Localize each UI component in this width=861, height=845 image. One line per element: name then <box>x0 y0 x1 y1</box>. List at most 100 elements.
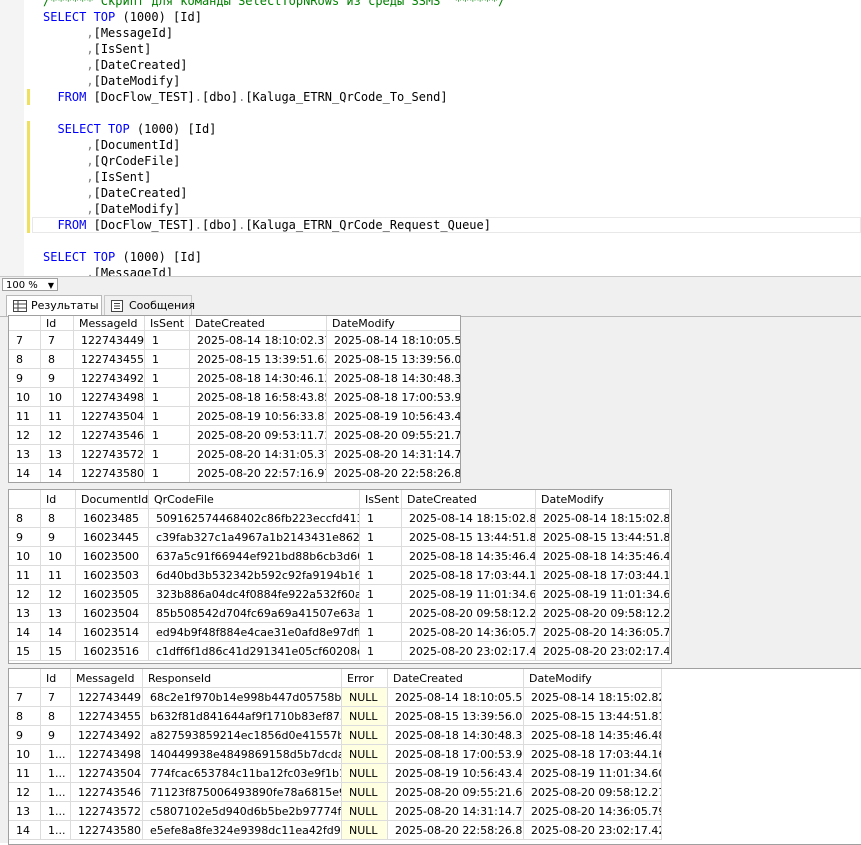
table-cell[interactable]: 1 <box>360 604 402 623</box>
row-number[interactable]: 11 <box>9 407 41 426</box>
column-header[interactable]: DateCreated <box>402 490 536 509</box>
table-cell[interactable]: 122743498 <box>71 745 143 764</box>
table-cell[interactable]: 1 <box>145 426 190 445</box>
table-cell[interactable]: 2025-08-20 23:02:17.427 <box>524 821 662 840</box>
table-cell[interactable]: 1... <box>41 821 71 840</box>
table-cell[interactable]: 122743492 <box>74 369 145 388</box>
table-cell[interactable]: 122743504 <box>71 764 143 783</box>
table-cell[interactable]: 1... <box>41 783 71 802</box>
results-grid-qrcode-request-queue[interactable]: Id DocumentId QrCodeFile IsSent DateCreated D… <box>8 489 672 664</box>
table-cell[interactable]: 2025-08-18 14:30:48.367 <box>327 369 460 388</box>
code-line[interactable]: SELECT TOP (1000) [Id] <box>43 249 202 265</box>
table-cell[interactable]: 16023504 <box>76 604 149 623</box>
column-header[interactable]: ResponseId <box>143 669 342 688</box>
row-number[interactable]: 9 <box>9 528 41 547</box>
table-cell[interactable]: 71123f875006493890fe78a6815e9bc4 <box>143 783 342 802</box>
table-cell[interactable]: 2025-08-15 13:44:51.810 <box>524 707 662 726</box>
table-cell[interactable]: 140449938e4849869158d5b7dcda9... <box>143 745 342 764</box>
table-cell[interactable]: 122743504 <box>74 407 145 426</box>
table-cell[interactable]: 1 <box>360 547 402 566</box>
table-cell[interactable]: NULL <box>342 688 388 707</box>
table-cell[interactable]: 2025-08-20 09:58:12.273 <box>524 783 662 802</box>
column-header[interactable]: DateModify <box>327 316 460 331</box>
code-line[interactable]: SELECT TOP (1000) [Id] <box>43 121 216 137</box>
table-cell[interactable]: 1... <box>41 764 71 783</box>
row-number[interactable]: 9 <box>9 369 41 388</box>
table-cell[interactable]: 2025-08-14 18:15:02.823 <box>536 509 670 528</box>
table-cell[interactable]: 1 <box>145 331 190 350</box>
table-cell[interactable]: 323b886a04dc4f0884fe922a532f60a7 <box>149 585 360 604</box>
table-cell[interactable]: 2025-08-18 14:35:46.480 <box>536 547 670 566</box>
table-cell[interactable]: 8 <box>41 707 71 726</box>
table-cell[interactable]: 16023505 <box>76 585 149 604</box>
column-header[interactable]: DateModify <box>536 490 670 509</box>
table-cell[interactable]: 1 <box>145 407 190 426</box>
table-cell[interactable]: 509162574468402c86fb223eccfd4134 <box>149 509 360 528</box>
table-cell[interactable]: 122743492 <box>71 726 143 745</box>
column-header[interactable] <box>9 490 41 509</box>
table-cell[interactable]: 12 <box>41 426 74 445</box>
table-cell[interactable]: 2025-08-18 16:58:43.850 <box>190 388 327 407</box>
table-cell[interactable]: 2025-08-20 14:36:05.793 <box>524 802 662 821</box>
tab-results[interactable]: Результаты <box>6 295 102 316</box>
table-cell[interactable]: 16023445 <box>76 528 149 547</box>
table-cell[interactable]: 2025-08-18 17:03:44.163 <box>536 566 670 585</box>
table-cell[interactable]: NULL <box>342 764 388 783</box>
table-cell[interactable]: 1... <box>41 745 71 764</box>
row-number[interactable]: 7 <box>9 688 41 707</box>
table-cell[interactable]: 2025-08-19 10:56:43.433 <box>388 764 524 783</box>
code-line[interactable]: SELECT TOP (1000) [Id] <box>43 9 202 25</box>
code-line[interactable]: ,[DateCreated] <box>43 185 187 201</box>
table-cell[interactable]: 122743455 <box>71 707 143 726</box>
table-cell[interactable]: 122743580 <box>71 821 143 840</box>
table-cell[interactable]: 16023503 <box>76 566 149 585</box>
table-cell[interactable]: 2025-08-14 18:10:02.370 <box>190 331 327 350</box>
table-cell[interactable]: 8 <box>41 350 74 369</box>
table-cell[interactable]: 122743455 <box>74 350 145 369</box>
table-cell[interactable]: 122743546 <box>74 426 145 445</box>
row-number[interactable]: 9 <box>9 726 41 745</box>
code-line[interactable]: ,[IsSent] <box>43 41 151 57</box>
results-grid-qrcode-to-send[interactable]: Id MessageId IsSent DateCreated DateModify 7 7… <box>8 315 461 483</box>
row-number[interactable]: 11 <box>9 566 41 585</box>
table-cell[interactable]: 16023500 <box>76 547 149 566</box>
table-cell[interactable]: 1 <box>145 445 190 464</box>
row-number[interactable]: 15 <box>9 642 41 661</box>
table-cell[interactable]: 122743546 <box>71 783 143 802</box>
table-cell[interactable]: 10 <box>41 388 74 407</box>
table-cell[interactable]: 2025-08-18 17:00:53.983 <box>327 388 460 407</box>
table-cell[interactable]: 13 <box>41 604 76 623</box>
column-header[interactable]: Id <box>41 669 71 688</box>
column-header[interactable]: QrCodeFile <box>149 490 360 509</box>
table-cell[interactable]: 1 <box>145 369 190 388</box>
table-cell[interactable]: 2025-08-18 17:03:44.163 <box>524 745 662 764</box>
column-header[interactable]: DateCreated <box>190 316 327 331</box>
row-number[interactable]: 13 <box>9 445 41 464</box>
table-cell[interactable]: 774fcac653784c11ba12fc03e9f1b1f0 <box>143 764 342 783</box>
table-cell[interactable]: 9 <box>41 528 76 547</box>
column-header[interactable]: IsSent <box>360 490 402 509</box>
row-number[interactable]: 13 <box>9 802 41 821</box>
row-number[interactable]: 14 <box>9 464 41 482</box>
table-cell[interactable]: 1 <box>360 509 402 528</box>
table-cell[interactable]: 2025-08-18 14:35:46.480 <box>402 547 536 566</box>
column-header[interactable]: Id <box>41 490 76 509</box>
table-cell[interactable]: 2025-08-19 11:01:34.607 <box>402 585 536 604</box>
column-header[interactable]: MessageId <box>74 316 145 331</box>
table-cell[interactable]: 122743580 <box>74 464 145 482</box>
row-number[interactable]: 10 <box>9 547 41 566</box>
code-line[interactable]: ,[QrCodeFile] <box>43 153 180 169</box>
table-cell[interactable]: NULL <box>342 802 388 821</box>
table-cell[interactable]: 2025-08-20 14:31:14.703 <box>388 802 524 821</box>
code-line[interactable]: ,[DateModify] <box>43 73 180 89</box>
table-cell[interactable]: c1dff6f1d86c41d291341e05cf60208c <box>149 642 360 661</box>
table-cell[interactable]: 1 <box>145 464 190 482</box>
table-cell[interactable]: 122743449 <box>71 688 143 707</box>
table-cell[interactable]: 2025-08-15 13:39:51.633 <box>190 350 327 369</box>
table-cell[interactable]: 2025-08-20 09:58:12.273 <box>536 604 670 623</box>
table-cell[interactable]: 85b508542d704fc69a69a41507e63a3b <box>149 604 360 623</box>
tab-messages[interactable]: Сообщения <box>104 295 195 316</box>
table-cell[interactable]: 12 <box>41 585 76 604</box>
table-cell[interactable]: 2025-08-20 09:58:12.273 <box>402 604 536 623</box>
code-line[interactable]: FROM [DocFlow_TEST].[dbo].[Kaluga_ETRN_Q… <box>43 89 447 105</box>
